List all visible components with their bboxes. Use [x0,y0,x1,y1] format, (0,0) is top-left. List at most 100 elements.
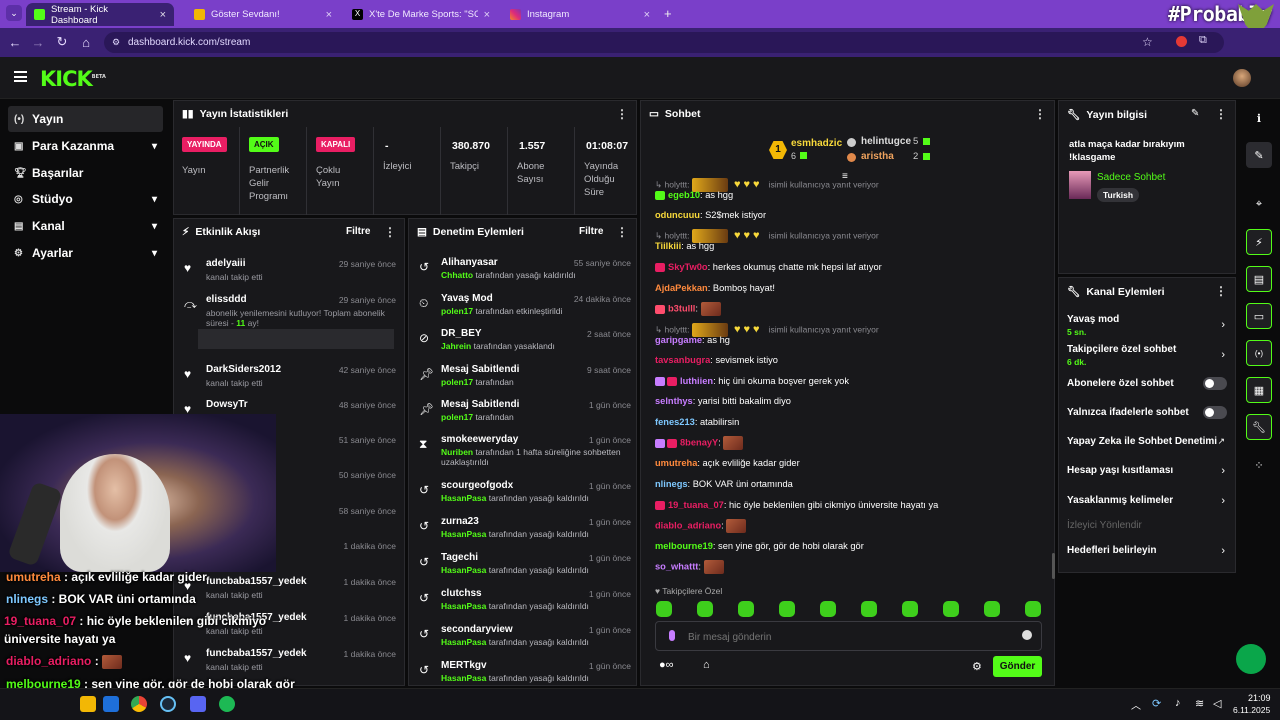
mic-tray-icon[interactable]: ♪ [1175,697,1181,709]
activity-user[interactable]: funcbaba1557_yedek [206,576,307,587]
send-button[interactable]: Gönder [993,656,1042,677]
chat-username[interactable]: diablo_adriano [655,520,721,530]
emote-button[interactable] [779,601,795,617]
moderation-target[interactable]: Alihanyasar [441,257,498,268]
moderation-target[interactable]: secondaryview [441,624,513,635]
chat-username[interactable]: so_whattt [655,561,698,571]
moderator-name[interactable]: HasanPasa [441,565,486,575]
moderation-target[interactable]: DR_BEY [441,328,482,339]
new-tab-button[interactable]: + [664,6,672,21]
chat-username[interactable]: b3tulll [668,303,695,313]
chevron-right-icon[interactable]: › [1221,465,1225,477]
home-button[interactable]: ⌂ [74,30,98,54]
chevron-right-icon[interactable]: › [1221,319,1225,331]
filter-button[interactable]: Filtre [579,226,603,237]
chevron-right-icon[interactable]: › [1221,349,1225,361]
reload-button[interactable]: ↻ [50,30,74,54]
settings-gear-icon[interactable]: ⚙ [972,660,982,673]
close-icon[interactable]: × [160,9,166,21]
more-dots-icon[interactable]: ⁘ [1246,452,1272,478]
tab-search-button[interactable]: ⌄ [6,5,22,21]
channel-action-6[interactable]: Yasaklanmış kelimeler [1067,495,1227,506]
extensions-puzzle-icon[interactable]: ⧉ [1199,34,1207,47]
emote-button[interactable] [943,601,959,617]
broadcast-icon[interactable]: (•) [1246,340,1272,366]
moderation-target[interactable]: zurna23 [441,516,479,527]
emote-button[interactable] [861,601,877,617]
activity-user[interactable]: DarkSiders2012 [206,364,281,375]
emote-button[interactable] [1025,601,1041,617]
chat-scrollbar[interactable] [1052,553,1055,579]
emoji-smile-icon[interactable] [1022,630,1032,640]
emote-button[interactable] [656,601,672,617]
more-options-icon[interactable]: ⋮ [1215,107,1227,121]
moderator-name[interactable]: Chhatto [441,270,473,280]
chat-icon[interactable]: ▭ [1246,303,1272,329]
chat-username[interactable]: Tiilkiii [655,241,681,251]
network-icon[interactable]: ⟳ [1152,697,1161,710]
target-icon[interactable]: ⌖ [1246,191,1272,217]
activity-user[interactable]: adelyaiii [206,258,245,269]
close-icon[interactable]: × [484,9,490,21]
more-options-icon[interactable]: ⋮ [384,225,396,239]
activity-user[interactable]: DowsyTr [206,399,248,410]
moderator-name[interactable]: HasanPasa [441,673,486,683]
filter-button[interactable]: Filtre [346,226,370,237]
bookmark-star-icon[interactable]: ☆ [1142,35,1153,49]
steam-taskbar-icon[interactable] [160,696,176,712]
category-name[interactable]: Sadece Sohbet [1097,172,1165,183]
moderation-target[interactable]: smokeeweryday [441,434,518,445]
moderation-target[interactable]: scourgeofgodx [441,480,513,491]
moderator-name[interactable]: Nuriben [441,447,473,457]
moderator-name[interactable]: polen17 [441,377,473,387]
moderation-target[interactable]: clutchss [441,588,482,599]
activity-user[interactable]: funcbaba1557_yedek [206,648,307,659]
moderator-name[interactable]: HasanPasa [441,493,486,503]
chat-message-input[interactable] [688,628,1008,646]
spotify-taskbar-icon[interactable] [219,696,235,712]
chat-username[interactable]: selnthys [655,396,693,406]
document-icon[interactable]: ▤ [1246,266,1272,292]
chat-username[interactable]: luthiien [680,376,713,386]
discord-taskbar-icon[interactable] [190,696,206,712]
sidebar-item-basarilar[interactable]: 🏆︎ Başarılar [8,160,163,186]
wrench-icon[interactable]: 🔧︎ [1246,414,1272,440]
forward-button[interactable]: → [26,30,50,54]
back-button[interactable]: ← [3,30,27,54]
moderator-name[interactable]: HasanPasa [441,637,486,647]
emote-button[interactable] [984,601,1000,617]
chat-username[interactable]: 8benayY [680,437,718,447]
moderator-name[interactable]: HasanPasa [441,529,486,539]
chat-username[interactable]: melbourne19 [655,541,713,551]
activity-user[interactable]: elissddd [206,294,247,305]
tab-kick-dashboard[interactable]: Stream - Kick Dashboard × [26,3,174,26]
info-icon[interactable]: ℹ [1246,105,1272,131]
pencil-icon[interactable]: ✎ [1246,142,1272,168]
chat-username[interactable]: 19_tuana_07 [668,500,724,510]
tab-x-demarke[interactable]: X X'te De Marke Sports: "SON DA × [344,3,498,26]
tab-instagram[interactable]: Instagram × [502,3,658,26]
support-headset-icon[interactable] [1236,644,1266,674]
moderator-name[interactable]: polen17 [441,306,473,316]
kick-logo[interactable]: KICKBETA [40,67,106,91]
sidebar-item-para-kazanma[interactable]: ▣ Para Kazanma ▾ [8,133,163,159]
channel-action-1[interactable]: Takipçilere özel sohbet 6 dk. [1067,344,1227,367]
moderation-target[interactable]: Tagechi [441,552,478,563]
explorer-taskbar-icon[interactable] [80,696,96,712]
emote-button[interactable] [738,601,754,617]
outlook-taskbar-icon[interactable] [103,696,119,712]
close-icon[interactable]: × [326,9,332,21]
moderation-target[interactable]: Mesaj Sabitlendi [441,399,519,410]
channel-action-0[interactable]: Yavaş mod 5 sn. [1067,314,1227,337]
volume-icon[interactable]: ◁ [1213,697,1221,710]
chevron-right-icon[interactable]: › [1221,495,1225,507]
external-link-icon[interactable]: ↗ [1217,436,1225,447]
chat-username[interactable]: fenes213 [655,417,695,427]
moderator-name[interactable]: polen17 [441,412,473,422]
chat-username[interactable]: oduncuuu [655,210,700,220]
moderation-target[interactable]: Yavaş Mod [441,293,493,304]
chat-username[interactable]: egeb10 [668,190,700,200]
chat-username[interactable]: garipgame [655,335,702,345]
extension-icon[interactable] [1176,36,1187,47]
chrome-taskbar-icon[interactable] [131,696,147,712]
